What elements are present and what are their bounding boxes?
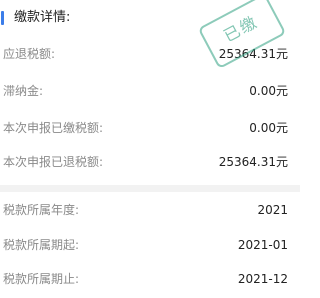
row-period-start: 税款所属期起: 2021-01 — [0, 227, 300, 263]
row-period-end: 税款所属期止: 2021-12 — [0, 261, 300, 297]
refunded-tax-label: 本次申报已退税额: — [3, 155, 104, 169]
paid-tax-label: 本次申报已缴税额: — [3, 121, 104, 135]
payment-details-page: 缴款详情: 应退税额: 25364.31元 滞纳金: 0.00元 本次申报已缴税… — [0, 0, 300, 298]
row-paid-tax: 本次申报已缴税额: 0.00元 — [0, 110, 300, 146]
period-end-value: 2021-12 — [237, 272, 288, 286]
section-divider — [0, 185, 300, 192]
row-refunded-tax: 本次申报已退税额: 25364.31元 — [0, 144, 300, 180]
paid-tax-value: 0.00元 — [249, 121, 288, 135]
period-start-label: 税款所属期起: — [3, 238, 80, 252]
tax-year-label: 税款所属年度: — [3, 203, 80, 217]
late-fee-label: 滞纳金: — [3, 84, 44, 98]
refunded-tax-value: 25364.31元 — [218, 155, 288, 169]
row-tax-year: 税款所属年度: 2021 — [0, 192, 300, 228]
row-late-fee: 滞纳金: 0.00元 — [0, 73, 300, 109]
period-end-label: 税款所属期止: — [3, 272, 80, 286]
late-fee-value: 0.00元 — [249, 84, 288, 98]
period-start-value: 2021-01 — [237, 238, 288, 252]
tax-year-value: 2021 — [257, 203, 288, 217]
section-title: 缴款详情: — [14, 10, 71, 25]
section-accent-bar — [1, 11, 4, 25]
refund-amount-label: 应退税额: — [3, 47, 56, 61]
